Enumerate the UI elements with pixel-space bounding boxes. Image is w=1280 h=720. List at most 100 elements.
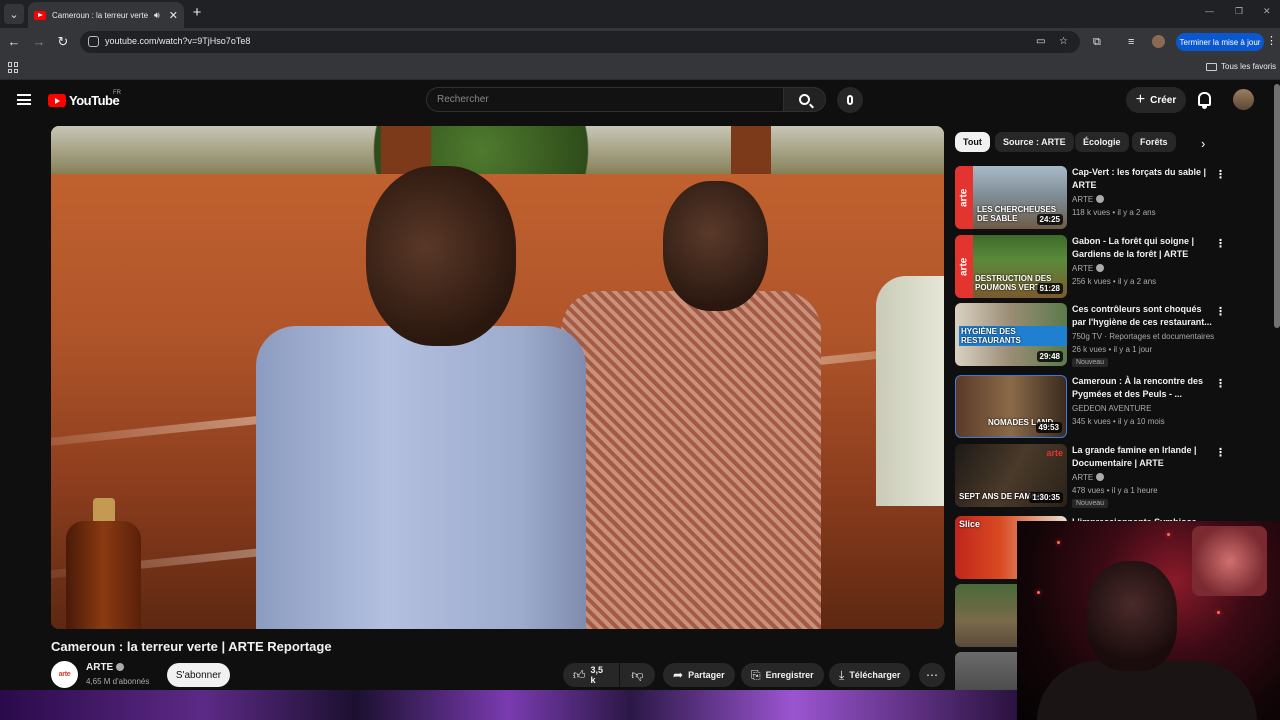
video-thumbnail[interactable]: arte SEPT ANS DE FAMINE 1:30:35: [955, 444, 1067, 507]
more-vertical-icon[interactable]: ⋮: [1215, 446, 1226, 459]
video-thumbnail[interactable]: NOMADES LAND 49:53: [955, 375, 1067, 438]
recommendation-title[interactable]: Cap-Vert : les forçats du sable | ARTE: [1072, 166, 1214, 192]
account-avatar[interactable]: [1233, 89, 1254, 110]
recommendation-item[interactable]: NOMADES LAND 49:53 Cameroun : À la renco…: [955, 375, 1226, 441]
window-close-icon[interactable]: ✕: [1263, 6, 1271, 17]
recommendation-channel[interactable]: 750g TV · Reportages et documentaires: [1072, 332, 1214, 341]
subscriber-count: 4,65 M d'abonnés: [86, 677, 150, 686]
minimize-icon[interactable]: —: [1205, 6, 1214, 16]
chip-forests[interactable]: Forêts: [1132, 132, 1176, 152]
video-title: Cameroun : la terreur verte | ARTE Repor…: [51, 639, 332, 654]
url-text[interactable]: youtube.com/watch?v=9TjHso7oTe8: [105, 36, 250, 46]
recommendation-item[interactable]: HYGIÈNE DES RESTAURANTS 29:48 Ces contrô…: [955, 303, 1226, 369]
create-label: Créer: [1150, 94, 1177, 106]
duration-badge: 51:28: [1036, 283, 1063, 294]
new-badge: Nouveau: [1072, 358, 1109, 367]
page-scrollbar[interactable]: [1274, 84, 1280, 328]
more-vertical-icon[interactable]: ⋮: [1215, 168, 1226, 181]
reload-icon[interactable]: ↻: [55, 34, 71, 50]
video-foliage: [331, 126, 631, 174]
more-vertical-icon[interactable]: ⋮: [1215, 305, 1226, 318]
youtube-play-icon: [48, 94, 66, 107]
recommendation-item[interactable]: arte SEPT ANS DE FAMINE 1:30:35 La grand…: [955, 444, 1226, 510]
bookmark-star-icon[interactable]: ☆: [1059, 36, 1068, 47]
stream-background-overlay: [0, 690, 1017, 720]
more-vertical-icon[interactable]: ⋮: [1215, 377, 1226, 390]
webcam-light: [1217, 611, 1220, 614]
update-button[interactable]: Terminer la mise à jour: [1176, 33, 1264, 51]
video-person-left: [256, 326, 586, 629]
search-button[interactable]: [784, 87, 826, 112]
back-icon[interactable]: ←: [6, 34, 22, 49]
notifications-bell-icon[interactable]: [1198, 92, 1211, 109]
restore-icon[interactable]: ❐: [1235, 6, 1243, 17]
create-button[interactable]: + Créer: [1126, 87, 1186, 113]
folder-icon: [1206, 63, 1217, 71]
video-thumbnail[interactable]: HYGIÈNE DES RESTAURANTS 29:48: [955, 303, 1067, 366]
webcam-light: [1057, 541, 1060, 544]
youtube-masthead: YouTube FR Rechercher + Créer: [0, 80, 1280, 120]
download-button[interactable]: ⤓ Télécharger: [829, 663, 911, 687]
country-code: FR: [113, 90, 121, 96]
recommendation-title[interactable]: Ces contrôleurs sont choqués par l'hygiè…: [1072, 303, 1214, 329]
video-bottle: [66, 521, 141, 629]
subscribe-button[interactable]: S'abonner: [167, 663, 230, 687]
address-bar[interactable]: youtube.com/watch?v=9TjHso7oTe8 ▭ ☆: [80, 31, 1080, 53]
cast-icon[interactable]: ▭: [1036, 36, 1045, 47]
tab-search-dropdown[interactable]: ⌄: [4, 4, 24, 24]
duration-badge: 24:25: [1036, 214, 1063, 225]
browser-tab[interactable]: Cameroun : la terreur verte | ARTE Repor…: [28, 2, 184, 28]
recommendation-channel[interactable]: ARTE: [1072, 264, 1105, 273]
profile-avatar-icon[interactable]: [1152, 35, 1165, 48]
channel-avatar[interactable]: arte: [51, 661, 78, 688]
recommendation-meta: 345 k vues • il y a 10 mois: [1072, 417, 1165, 426]
duration-badge: 29:48: [1036, 351, 1063, 362]
menu-icon[interactable]: [17, 94, 31, 105]
verified-icon: [116, 663, 125, 671]
recommendation-item[interactable]: arte LES CHERCHEUSES DE SABLE 24:25 Cap-…: [955, 166, 1226, 232]
search-input[interactable]: Rechercher: [426, 87, 784, 112]
video-person-right-head: [663, 181, 768, 311]
recommendation-title[interactable]: Cameroun : À la rencontre des Pygmées et…: [1072, 375, 1214, 401]
video-player[interactable]: [51, 126, 944, 629]
recommendation-channel[interactable]: ARTE: [1072, 195, 1105, 204]
youtube-wordmark: YouTube: [69, 93, 120, 108]
recommendation-channel[interactable]: GEDEON AVENTURE: [1072, 404, 1151, 413]
site-info-icon[interactable]: [88, 36, 99, 47]
recommendation-channel[interactable]: ARTE: [1072, 473, 1105, 482]
extensions-icon[interactable]: ⧉: [1093, 36, 1101, 49]
duration-badge: 49:53: [1035, 422, 1062, 433]
browser-menu-icon[interactable]: ⋮: [1266, 34, 1277, 47]
more-vertical-icon[interactable]: ⋮: [1215, 237, 1226, 250]
youtube-favicon-icon: [34, 10, 46, 20]
channel-name[interactable]: ARTE: [86, 662, 125, 673]
voice-search-button[interactable]: [837, 87, 863, 113]
video-thumbnail[interactable]: arte LES CHERCHEUSES DE SABLE 24:25: [955, 166, 1067, 229]
chip-ecology[interactable]: Écologie: [1075, 132, 1129, 152]
all-bookmarks-link[interactable]: Tous les favoris: [1221, 62, 1276, 71]
recommendation-title[interactable]: Gabon - La forêt qui soigne | Gardiens d…: [1072, 235, 1214, 261]
reading-list-icon[interactable]: ≡: [1128, 36, 1134, 48]
dislike-button[interactable]: 👎︎: [620, 663, 655, 687]
search-icon: [799, 94, 810, 105]
browser-tabstrip: ⌄ Cameroun : la terreur verte | ARTE Rep…: [0, 0, 1280, 28]
more-actions-button[interactable]: ⋯: [919, 663, 945, 687]
arte-logo-icon: arte: [1046, 448, 1063, 458]
like-button[interactable]: 👍︎ 3,5 k: [563, 663, 619, 687]
audio-playing-icon[interactable]: 🔊︎: [154, 10, 160, 21]
tab-close-icon[interactable]: ✕: [169, 9, 178, 22]
chip-all[interactable]: Tout: [955, 132, 990, 152]
chevron-right-icon[interactable]: ›: [1201, 136, 1205, 151]
chip-source-arte[interactable]: Source : ARTE: [995, 132, 1074, 152]
youtube-logo[interactable]: YouTube: [48, 93, 120, 108]
search-placeholder: Rechercher: [437, 94, 489, 105]
share-button[interactable]: ➦ Partager: [663, 663, 735, 687]
save-button[interactable]: ⎘ Enregistrer: [741, 663, 824, 687]
apps-grid-icon[interactable]: [8, 62, 19, 73]
browser-toolbar: ← → ↻ youtube.com/watch?v=9TjHso7oTe8 ▭ …: [0, 28, 1280, 56]
new-tab-button[interactable]: +: [188, 4, 206, 21]
forward-icon[interactable]: →: [31, 34, 47, 49]
video-thumbnail[interactable]: arte DESTRUCTION DES POUMONS VERTS 51:28: [955, 235, 1067, 298]
recommendation-title[interactable]: La grande famine en Irlande | Documentai…: [1072, 444, 1214, 470]
recommendation-item[interactable]: arte DESTRUCTION DES POUMONS VERTS 51:28…: [955, 235, 1226, 301]
